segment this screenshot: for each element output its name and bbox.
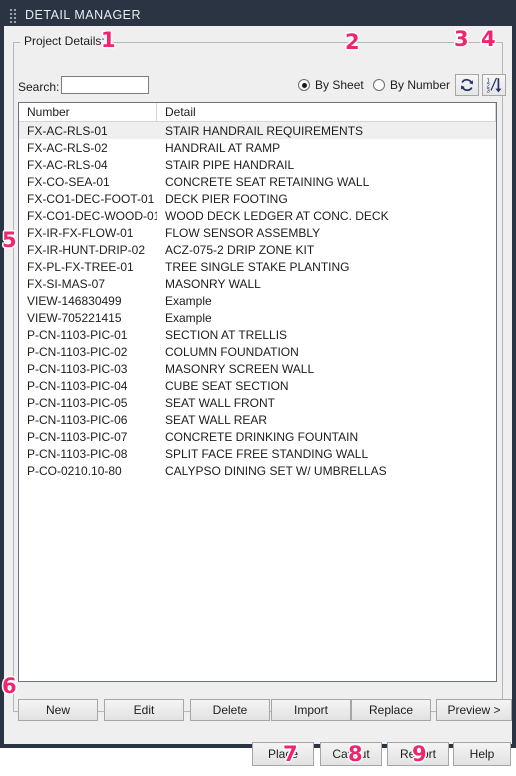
cell-detail: COLUMN FOUNDATION [165,344,299,359]
callout-button[interactable]: Callout [320,742,382,766]
listview-body: FX-AC-RLS-01 STAIR HANDRAIL REQUIREMENTS F… [19,122,496,479]
new-button[interactable]: New [18,699,98,721]
delete-button[interactable]: Delete [190,699,270,721]
cell-detail: CUBE SEAT SECTION [165,378,289,393]
cell-number: P-CN-1103-PIC-02 [27,344,128,359]
refresh-icon [461,78,473,92]
listview-header: Number Detail [19,103,496,122]
cell-detail: HANDRAIL AT RAMP [165,140,281,155]
table-row[interactable]: VIEW-146830499 Example [19,292,496,309]
table-row[interactable]: P-CN-1103-PIC-03 MASONRY SCREEN WALL [19,360,496,377]
cell-number: FX-AC-RLS-04 [27,157,108,172]
table-row[interactable]: FX-CO1-DEC-WOOD-01 WOOD DECK LEDGER AT CO… [19,207,496,224]
column-header-detail[interactable]: Detail [157,103,496,121]
table-row[interactable]: FX-CO1-DEC-FOOT-01 DECK PIER FOOTING [19,190,496,207]
report-button[interactable]: Report [387,742,449,766]
cell-number: P-CN-1103-PIC-01 [27,327,128,342]
cell-detail: Example [165,293,212,308]
project-details-label: Project Details: [20,35,109,47]
table-row[interactable]: P-CN-1103-PIC-01 SECTION AT TRELLIS [19,326,496,343]
table-row[interactable]: P-CN-1103-PIC-06 SEAT WALL REAR [19,411,496,428]
window-title-bar[interactable]: DETAIL MANAGER [4,4,512,26]
cell-detail: STAIR PIPE HANDRAIL [165,157,295,172]
table-row[interactable]: P-CN-1103-PIC-02 COLUMN FOUNDATION [19,343,496,360]
table-row[interactable]: P-CN-1103-PIC-04 CUBE SEAT SECTION [19,377,496,394]
cell-detail: SECTION AT TRELLIS [165,327,288,342]
command-button-row: Place Callout Report Help [244,742,511,766]
edit-button[interactable]: Edit [104,699,184,721]
help-button[interactable]: Help [453,742,511,766]
cell-number: VIEW-705221415 [27,310,122,325]
cell-number: FX-CO-SEA-01 [27,174,110,189]
cell-detail: CALYPSO DINING SET W/ UMBRELLAS [165,463,387,478]
table-row[interactable]: FX-AC-RLS-04 STAIR PIPE HANDRAIL [19,156,496,173]
cell-number: FX-PL-FX-TREE-01 [27,259,134,274]
cell-number: FX-AC-RLS-01 [27,123,108,138]
table-row[interactable]: FX-AC-RLS-02 HANDRAIL AT RAMP [19,139,496,156]
cell-detail: Example [165,310,212,325]
table-row[interactable]: P-CN-1103-PIC-08 SPLIT FACE FREE STANDING… [19,445,496,462]
cell-detail: FLOW SENSOR ASSEMBLY [165,225,321,240]
table-row[interactable]: FX-IR-HUNT-DRIP-02 ACZ-075-2 DRIP ZONE KI… [19,241,496,258]
cell-number: P-CN-1103-PIC-07 [27,429,128,444]
grip-dots-icon[interactable] [10,9,18,23]
radio-by-number-indicator[interactable] [373,79,385,91]
action-button-row: New Edit Delete Import Replace Preview > [18,699,512,721]
cell-detail: DECK PIER FOOTING [165,191,288,206]
window-title: DETAIL MANAGER [25,7,142,22]
cell-detail: TREE SINGLE STAKE PLANTING [165,259,350,274]
search-label: Search: [18,80,60,94]
search-input[interactable] [61,76,149,94]
table-row[interactable]: P-CN-1103-PIC-05 SEAT WALL FRONT [19,394,496,411]
place-button[interactable]: Place [252,742,314,766]
cell-number: VIEW-146830499 [27,293,122,308]
cell-detail: STAIR HANDRAIL REQUIREMENTS [165,123,364,138]
cell-number: FX-IR-FX-FLOW-01 [27,225,134,240]
cell-number: FX-CO1-DEC-FOOT-01 [27,191,155,206]
details-listview[interactable]: Number Detail FX-AC-RLS-01 STAIR HANDRAIL… [18,102,497,682]
cell-number: P-CN-1103-PIC-06 [27,412,128,427]
cell-detail: CONCRETE SEAT RETAINING WALL [165,174,370,189]
cell-number: P-CO-0210.10-80 [27,463,122,478]
cell-detail: SEAT WALL REAR [165,412,268,427]
sort-numeric-descending-icon: 1 2 3 [486,77,501,93]
cell-detail: CONCRETE DRINKING FOUNTAIN [165,429,359,444]
table-row[interactable]: P-CO-0210.10-80 CALYPSO DINING SET W/ UMB… [19,462,496,479]
cell-detail: ACZ-075-2 DRIP ZONE KIT [165,242,315,257]
cell-number: FX-AC-RLS-02 [27,140,108,155]
cell-number: P-CN-1103-PIC-03 [27,361,128,376]
cell-number: P-CN-1103-PIC-05 [27,395,128,410]
table-row[interactable]: P-CN-1103-PIC-07 CONCRETE DRINKING FOUNTA… [19,428,496,445]
table-row[interactable]: VIEW-705221415 Example [19,309,496,326]
column-header-number[interactable]: Number [19,103,157,121]
cell-number: FX-IR-HUNT-DRIP-02 [27,242,146,257]
table-row[interactable]: FX-SI-MAS-07 MASONRY WALL [19,275,496,292]
cell-number: P-CN-1103-PIC-04 [27,378,128,393]
cell-detail: MASONRY WALL [165,276,261,291]
cell-number: P-CN-1103-PIC-08 [27,446,128,461]
dialog-content: Project Details: Search: By Sheet By Num… [4,26,512,766]
cell-detail: SEAT WALL FRONT [165,395,276,410]
radio-by-number-label: By Number [390,78,451,92]
cell-number: FX-SI-MAS-07 [27,276,106,291]
radio-by-sheet[interactable]: By Sheet [298,78,364,92]
table-row[interactable]: FX-PL-FX-TREE-01 TREE SINGLE STAKE PLANTI… [19,258,496,275]
table-row[interactable]: FX-CO-SEA-01 CONCRETE SEAT RETAINING WALL [19,173,496,190]
replace-button[interactable]: Replace [351,699,431,721]
cell-detail: WOOD DECK LEDGER AT CONC. DECK [165,208,389,223]
table-row[interactable]: FX-AC-RLS-01 STAIR HANDRAIL REQUIREMENTS [19,122,496,139]
cell-number: FX-CO1-DEC-WOOD-01 [27,208,157,223]
import-button[interactable]: Import [271,699,351,721]
detail-manager-window: DETAIL MANAGER Project Details: Search: … [0,0,516,766]
table-row[interactable]: FX-IR-FX-FLOW-01 FLOW SENSOR ASSEMBLY [19,224,496,241]
radio-by-number[interactable]: By Number [373,78,450,92]
refresh-button[interactable] [455,74,479,96]
radio-by-sheet-indicator[interactable] [298,79,310,91]
preview-button[interactable]: Preview > [436,699,512,721]
cell-detail: MASONRY SCREEN WALL [165,361,315,376]
cell-detail: SPLIT FACE FREE STANDING WALL [165,446,369,461]
svg-text:3: 3 [486,88,490,93]
sort-button[interactable]: 1 2 3 [482,74,506,96]
radio-by-sheet-label: By Sheet [315,78,364,92]
